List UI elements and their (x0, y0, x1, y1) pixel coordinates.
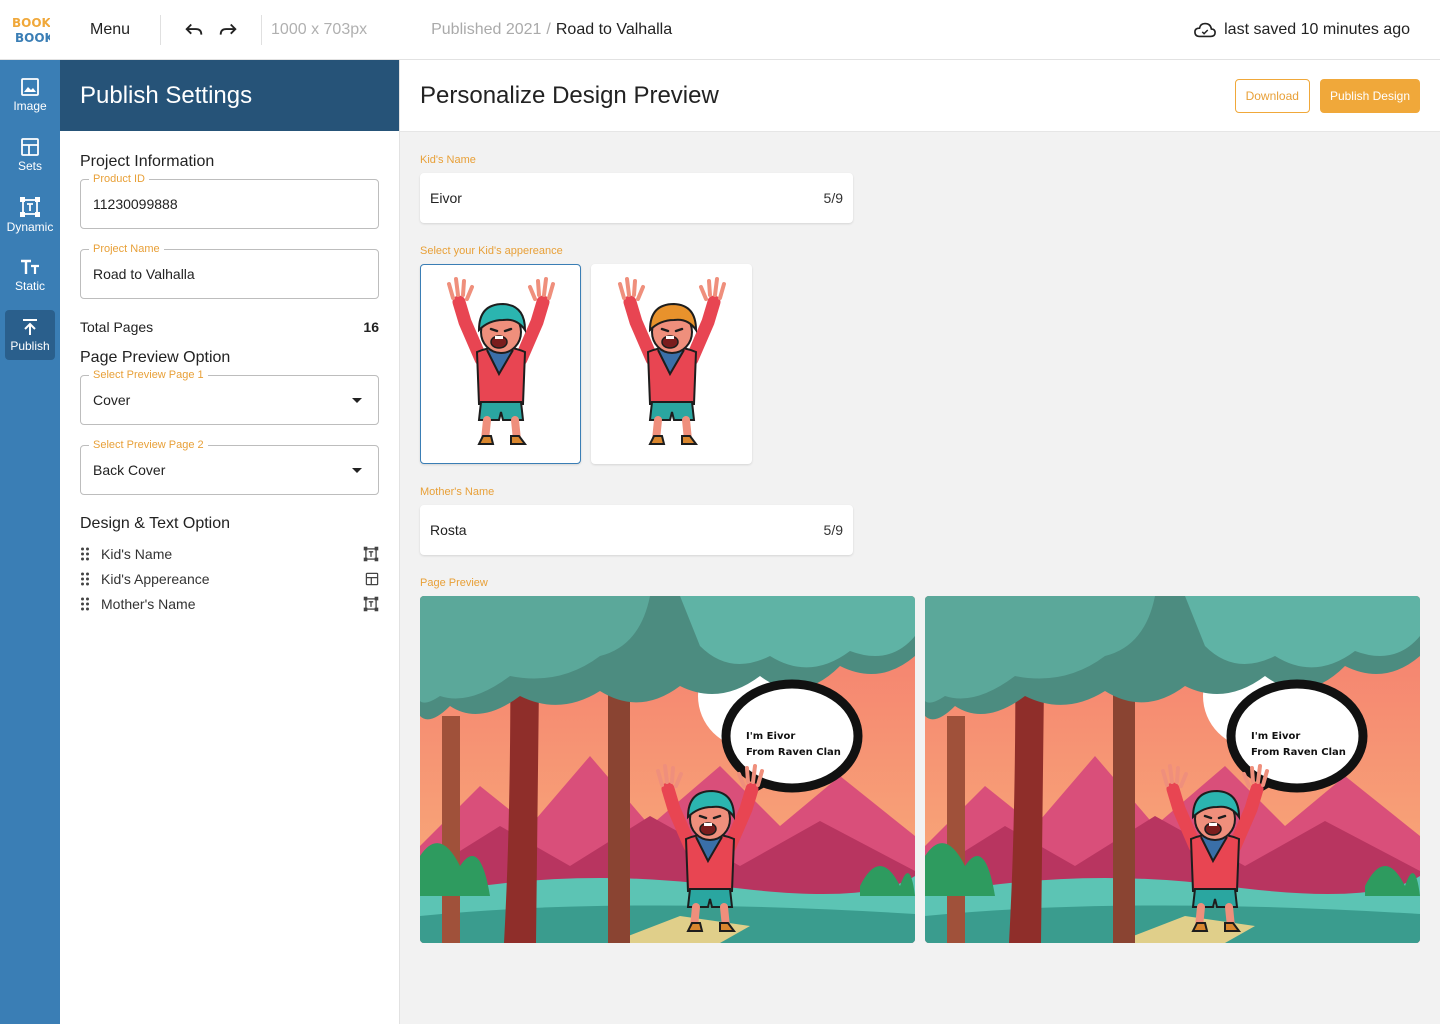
kid-name-char-count: 5/9 (823, 190, 843, 206)
speech-bubble-line-2: From Raven Clan (746, 747, 841, 758)
preview-page-2-select[interactable]: Select Preview Page 2 Back Cover (80, 439, 379, 495)
mother-name-label: Mother's Name (420, 486, 495, 498)
page-preview-row: I'm Eivor From Raven Clan I'm Eivor From… (420, 596, 1420, 943)
mother-name-value: Rosta (430, 522, 467, 538)
breadcrumb-current: Road to Valhalla (555, 20, 673, 38)
appearance-option-orange-hair[interactable] (591, 264, 752, 464)
dynamic-text-icon (20, 197, 40, 217)
logo-mark: BOOK BOOK (12, 16, 50, 45)
undo-icon[interactable] (183, 19, 205, 41)
main-header: Personalize Design Preview Download Publ… (400, 60, 1440, 132)
save-status-text: last saved 10 minutes ago (1224, 21, 1410, 38)
sets-icon (21, 138, 39, 156)
project-information-title: Project Information (80, 153, 215, 170)
bookbook-logo[interactable]: BOOK BOOK (0, 0, 60, 60)
image-icon (21, 78, 39, 96)
appearance-option-teal-hair[interactable] (420, 264, 581, 464)
static-text-icon (21, 259, 39, 274)
rail-item-label: Dynamic (6, 220, 54, 234)
total-pages-row: Total Pages 16 (80, 319, 379, 335)
divider (261, 14, 263, 45)
rail-item-label: Image (13, 99, 47, 113)
preview-page-1-value: Cover (93, 392, 131, 408)
design-text-option-title: Design & Text Option (80, 515, 231, 532)
kid-name-label: Kid's Name (420, 154, 476, 166)
breadcrumb: Published 2021 / Road to Valhalla (431, 21, 672, 39)
rail-item-label: Publish (10, 339, 50, 353)
option-item-kids-appearance[interactable]: Kid's Appereance (80, 566, 379, 591)
dynamic-text-icon (363, 546, 379, 561)
option-label: Kid's Name (101, 545, 173, 562)
publish-design-button[interactable]: Publish Design (1319, 78, 1420, 113)
project-name-label: Project Name (89, 243, 164, 256)
dynamic-text-icon (363, 596, 379, 611)
save-status: last saved 10 minutes ago (1194, 0, 1410, 60)
top-bar: BOOK BOOK Menu 1000 x 703px Published 20… (0, 0, 1440, 60)
page-preview-label: Page Preview (420, 577, 488, 589)
rail-item-label: Sets (17, 159, 42, 173)
download-button[interactable]: Download (1234, 78, 1310, 113)
product-id-value: 11230099888 (93, 196, 178, 212)
speech-bubble-line-1: I'm Eivor (1251, 731, 1300, 742)
svg-text:BOOK: BOOK (12, 16, 50, 30)
personalize-preview-area: Personalize Design Preview Download Publ… (400, 60, 1440, 1024)
preview-page-1-label: Select Preview Page 1 (89, 369, 208, 382)
drag-handle-icon[interactable] (80, 597, 96, 611)
breadcrumb-separator: / (546, 20, 551, 38)
product-id-label: Product ID (89, 173, 149, 186)
redo-icon[interactable] (217, 19, 239, 41)
kid-illustration (612, 274, 732, 454)
kid-name-input[interactable]: Eivor 5/9 (420, 173, 853, 223)
book-page-illustration: I'm Eivor From Raven Clan (925, 596, 1420, 943)
publish-settings-panel: Publish Settings Project Information Pro… (60, 60, 400, 1024)
rail-item-sets[interactable]: Sets (5, 130, 55, 180)
rail-item-publish[interactable]: Publish (5, 310, 55, 360)
page-preview-2[interactable]: I'm Eivor From Raven Clan (925, 596, 1420, 943)
total-pages-value: 16 (363, 319, 379, 335)
rail-item-image[interactable]: Image (5, 70, 55, 120)
mother-name-char-count: 5/9 (823, 522, 843, 538)
design-text-option-list: Kid's Name Kid's Appereance Mother's Nam… (80, 541, 379, 616)
option-item-mothers-name[interactable]: Mother's Name (80, 591, 379, 616)
preview-page-2-label: Select Preview Page 2 (89, 439, 208, 452)
page-title: Personalize Design Preview (420, 81, 719, 109)
drag-handle-icon[interactable] (80, 572, 96, 586)
rail-item-static[interactable]: Static (5, 250, 55, 300)
mother-name-input[interactable]: Rosta 5/9 (420, 505, 853, 555)
page-preview-option-title: Page Preview Option (80, 349, 231, 366)
speech-bubble-line-1: I'm Eivor (746, 731, 795, 742)
appearance-label: Select your Kid's appereance (420, 245, 563, 257)
preview-page-1-select[interactable]: Select Preview Page 1 Cover (80, 369, 379, 425)
option-label: Mother's Name (101, 595, 196, 612)
project-name-value: Road to Valhalla (93, 266, 195, 282)
project-name-field[interactable]: Project Name Road to Valhalla (80, 243, 379, 299)
speech-bubble-line-2: From Raven Clan (1251, 747, 1346, 758)
book-page-illustration: I'm Eivor From Raven Clan (420, 596, 915, 943)
canvas-dimensions: 1000 x 703px (271, 20, 368, 38)
rail-item-dynamic[interactable]: Dynamic (5, 190, 55, 240)
appearance-options (420, 264, 1420, 464)
caret-down-icon (352, 468, 362, 473)
cloud-icon (1194, 22, 1217, 38)
publish-icon (23, 319, 37, 335)
drag-handle-icon[interactable] (80, 547, 96, 561)
menu-button[interactable]: Menu (90, 21, 130, 39)
option-label: Kid's Appereance (101, 570, 210, 587)
kid-illustration (441, 274, 561, 454)
sets-icon (365, 572, 379, 585)
preview-page-2-value: Back Cover (93, 462, 166, 478)
svg-text:BOOK: BOOK (15, 31, 50, 45)
undo-redo-group (161, 19, 261, 41)
page-preview-1[interactable]: I'm Eivor From Raven Clan (420, 596, 915, 943)
product-id-field[interactable]: Product ID 11230099888 (80, 173, 379, 229)
breadcrumb-parent[interactable]: Published 2021 (431, 21, 541, 39)
rail-item-label: Static (14, 279, 45, 293)
total-pages-label: Total Pages (80, 319, 154, 335)
panel-title: Publish Settings (60, 60, 399, 131)
caret-down-icon (352, 398, 362, 403)
option-item-kids-name[interactable]: Kid's Name (80, 541, 379, 566)
kid-name-value: Eivor (430, 190, 462, 206)
tool-rail: Image Sets Dynamic Static Publish (0, 60, 60, 1024)
